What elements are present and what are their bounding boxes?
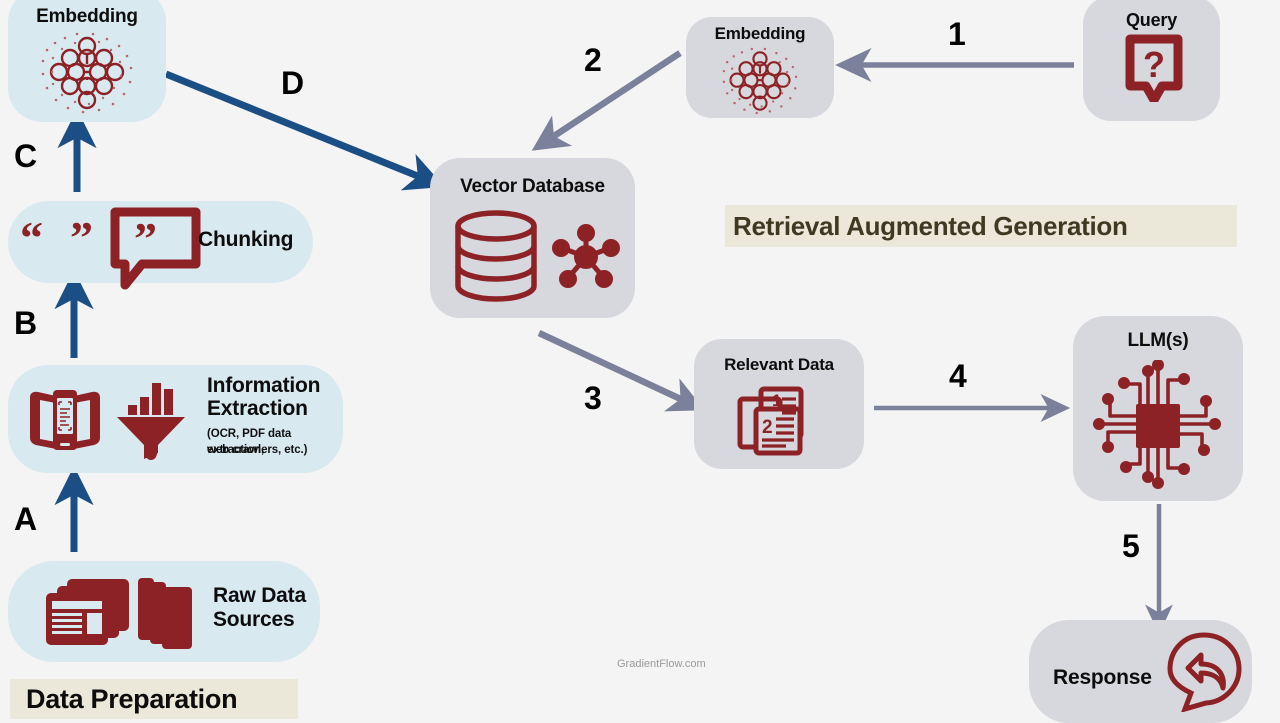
node-raw-data-sources-label-line1: Raw Data — [213, 584, 306, 607]
embedding-cluster-icon — [722, 47, 798, 115]
data-funnel-icon — [117, 383, 185, 460]
numbered-documents-icon: 1 2 — [737, 386, 804, 456]
node-query-label: Query — [1125, 10, 1178, 30]
question-speech-bubble-icon: ? — [1125, 34, 1183, 102]
quote-open-glyph: “ — [20, 212, 43, 263]
step-label-1: 1 — [948, 16, 966, 52]
watermark-gradientflow: GradientFlow.com — [617, 658, 706, 670]
node-embedding-left[interactable]: Embedding — [8, 0, 166, 122]
node-response-label: Response — [1053, 666, 1152, 689]
step-label-2: 2 — [584, 42, 602, 78]
svg-text:1: 1 — [772, 391, 781, 410]
diagram-canvas: Embedding “ ” ” Chunking Information Ext… — [0, 0, 1280, 723]
step-label-a: A — [14, 501, 38, 537]
node-response[interactable]: Response — [1029, 620, 1252, 723]
node-query[interactable]: Query ? — [1083, 0, 1220, 121]
database-cylinder-icon — [455, 210, 537, 302]
stacked-documents-icon — [46, 578, 192, 649]
node-raw-data-sources-label-line2: Sources — [213, 608, 295, 631]
node-information-extraction-label-line2: Extraction — [207, 397, 308, 420]
arrow-2 — [531, 50, 682, 151]
node-information-extraction-label-line1: Information — [207, 374, 321, 397]
vector-nodes-icon — [552, 224, 620, 288]
document-scan-icon — [30, 390, 100, 450]
node-vector-database-label: Vector Database — [460, 176, 605, 197]
node-llm[interactable]: LLM(s) — [1073, 316, 1243, 501]
embedding-cluster-icon — [41, 32, 133, 114]
node-embedding-left-label: Embedding — [36, 6, 138, 27]
cpu-chip-icon — [1093, 360, 1221, 489]
banner-data-preparation: Data Preparation — [10, 679, 298, 719]
step-label-3: 3 — [584, 380, 602, 416]
svg-text:”: ” — [134, 213, 157, 264]
banner-retrieval-augmented-generation: Retrieval Augmented Generation — [725, 205, 1237, 247]
node-relevant-data[interactable]: Relevant Data 1 2 — [694, 339, 864, 469]
svg-text:2: 2 — [762, 417, 773, 438]
node-information-extraction[interactable]: Information Extraction (OCR, PDF data ex… — [8, 365, 343, 473]
reply-speech-bubble-icon — [1167, 632, 1242, 712]
chunk-quote-bubble-icon: ” — [110, 207, 201, 290]
quote-close-glyph: ” — [70, 212, 93, 263]
node-embedding-right-label: Embedding — [714, 24, 806, 43]
step-label-4: 4 — [949, 358, 967, 394]
step-label-5: 5 — [1122, 528, 1140, 564]
node-llm-label: LLM(s) — [1127, 330, 1189, 351]
node-chunking[interactable]: “ ” ” Chunking — [8, 201, 313, 290]
node-information-extraction-sub-line2: web crawlers, etc.) — [207, 444, 308, 456]
node-raw-data-sources[interactable]: Raw Data Sources — [8, 561, 320, 662]
node-embedding-right[interactable]: Embedding — [686, 17, 834, 118]
node-relevant-data-label: Relevant Data — [724, 355, 834, 374]
step-label-c: C — [14, 138, 38, 174]
step-label-d: D — [281, 65, 305, 101]
svg-text:?: ? — [1143, 44, 1165, 85]
arrow-3 — [537, 330, 705, 412]
node-vector-database[interactable]: Vector Database — [430, 158, 635, 318]
step-label-b: B — [14, 305, 38, 341]
node-chunking-label: Chunking — [198, 228, 294, 251]
